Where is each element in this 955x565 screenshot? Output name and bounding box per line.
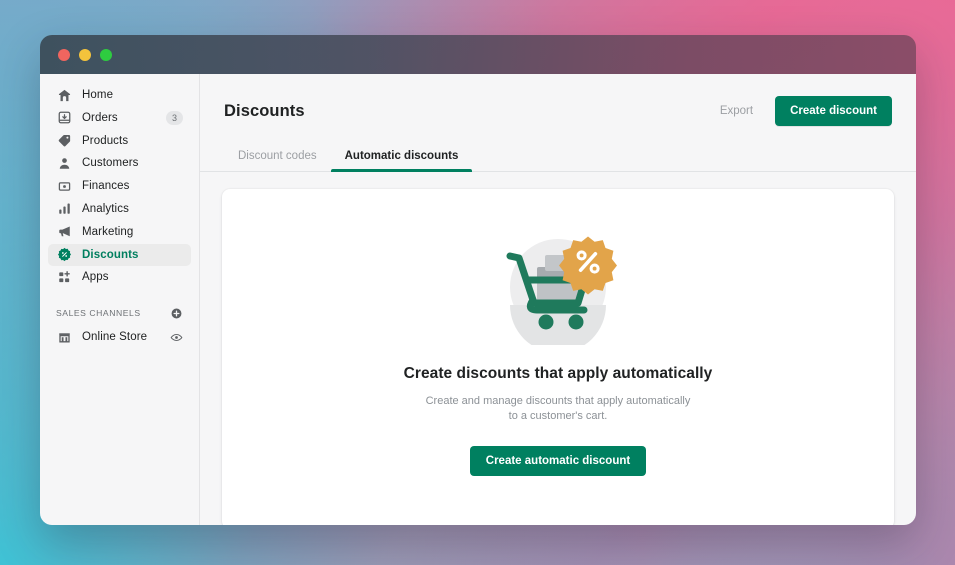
sales-channels-section-header: SALES CHANNELS bbox=[48, 302, 191, 324]
sidebar-item-label: Products bbox=[82, 134, 129, 147]
empty-state-subtitle: Create and manage discounts that apply a… bbox=[425, 395, 691, 422]
sidebar: Home Orders 3 Products Customers Finance… bbox=[40, 74, 200, 525]
sidebar-item-analytics[interactable]: Analytics bbox=[48, 198, 191, 220]
sidebar-item-label: Marketing bbox=[82, 225, 134, 238]
close-window-button[interactable] bbox=[58, 48, 70, 61]
analytics-bar-chart-icon bbox=[56, 201, 72, 217]
empty-state-card: Create discounts that apply automaticall… bbox=[222, 189, 894, 525]
home-icon bbox=[56, 87, 72, 103]
sidebar-item-marketing[interactable]: Marketing bbox=[48, 221, 191, 243]
marketing-megaphone-icon bbox=[56, 224, 72, 240]
sidebar-item-home[interactable]: Home bbox=[48, 84, 191, 106]
customers-person-icon bbox=[56, 155, 72, 171]
app-window: Home Orders 3 Products Customers Finance… bbox=[40, 35, 916, 525]
sidebar-item-label: Online Store bbox=[82, 331, 148, 344]
tab-discount-codes[interactable]: Discount codes bbox=[224, 144, 331, 171]
page-title: Discounts bbox=[224, 101, 305, 120]
header-actions: Export Create discount bbox=[720, 96, 892, 126]
tab-automatic-discounts[interactable]: Automatic discounts bbox=[330, 144, 473, 172]
discount-tabs: Discount codes Automatic discounts bbox=[200, 144, 916, 172]
sidebar-item-online-store[interactable]: Online Store bbox=[48, 326, 191, 348]
minimize-window-button[interactable] bbox=[79, 48, 91, 61]
orders-count-badge: 3 bbox=[166, 110, 183, 125]
create-automatic-discount-button[interactable]: Create automatic discount bbox=[469, 445, 647, 476]
plus-circle-icon[interactable] bbox=[170, 307, 183, 320]
sidebar-item-label: Orders bbox=[82, 111, 118, 124]
sidebar-item-label: Analytics bbox=[82, 202, 129, 215]
sidebar-item-label: Discounts bbox=[82, 248, 139, 261]
shopping-cart-with-percent-badge-illustration bbox=[491, 225, 625, 353]
apps-grid-plus-icon bbox=[56, 269, 72, 285]
sidebar-item-label: Apps bbox=[82, 271, 109, 284]
sidebar-item-orders[interactable]: Orders 3 bbox=[48, 107, 191, 129]
eye-icon[interactable] bbox=[170, 331, 183, 344]
sidebar-item-label: Finances bbox=[82, 180, 130, 193]
storefront-icon bbox=[56, 329, 72, 345]
sidebar-item-discounts[interactable]: Discounts bbox=[48, 243, 191, 266]
sidebar-item-apps[interactable]: Apps bbox=[48, 266, 191, 288]
window-titlebar bbox=[40, 35, 916, 74]
sidebar-item-label: Home bbox=[82, 89, 114, 101]
main-content: Discounts Export Create discount Discoun… bbox=[200, 74, 916, 525]
create-discount-button[interactable]: Create discount bbox=[775, 96, 892, 126]
finances-bill-icon bbox=[56, 178, 72, 194]
orders-icon bbox=[56, 110, 72, 126]
empty-state-title: Create discounts that apply automaticall… bbox=[403, 365, 713, 382]
sidebar-item-label: Customers bbox=[82, 157, 139, 170]
products-tag-icon bbox=[56, 133, 72, 149]
page-header: Discounts Export Create discount bbox=[200, 74, 916, 126]
sidebar-item-customers[interactable]: Customers bbox=[48, 152, 191, 174]
maximize-window-button[interactable] bbox=[100, 48, 112, 61]
sidebar-item-products[interactable]: Products bbox=[48, 130, 191, 152]
discounts-percent-badge-icon bbox=[56, 247, 72, 263]
export-button[interactable]: Export bbox=[720, 105, 753, 117]
section-title: SALES CHANNELS bbox=[56, 308, 141, 319]
sidebar-item-finances[interactable]: Finances bbox=[48, 175, 191, 197]
window-body: Home Orders 3 Products Customers Finance… bbox=[40, 74, 916, 525]
